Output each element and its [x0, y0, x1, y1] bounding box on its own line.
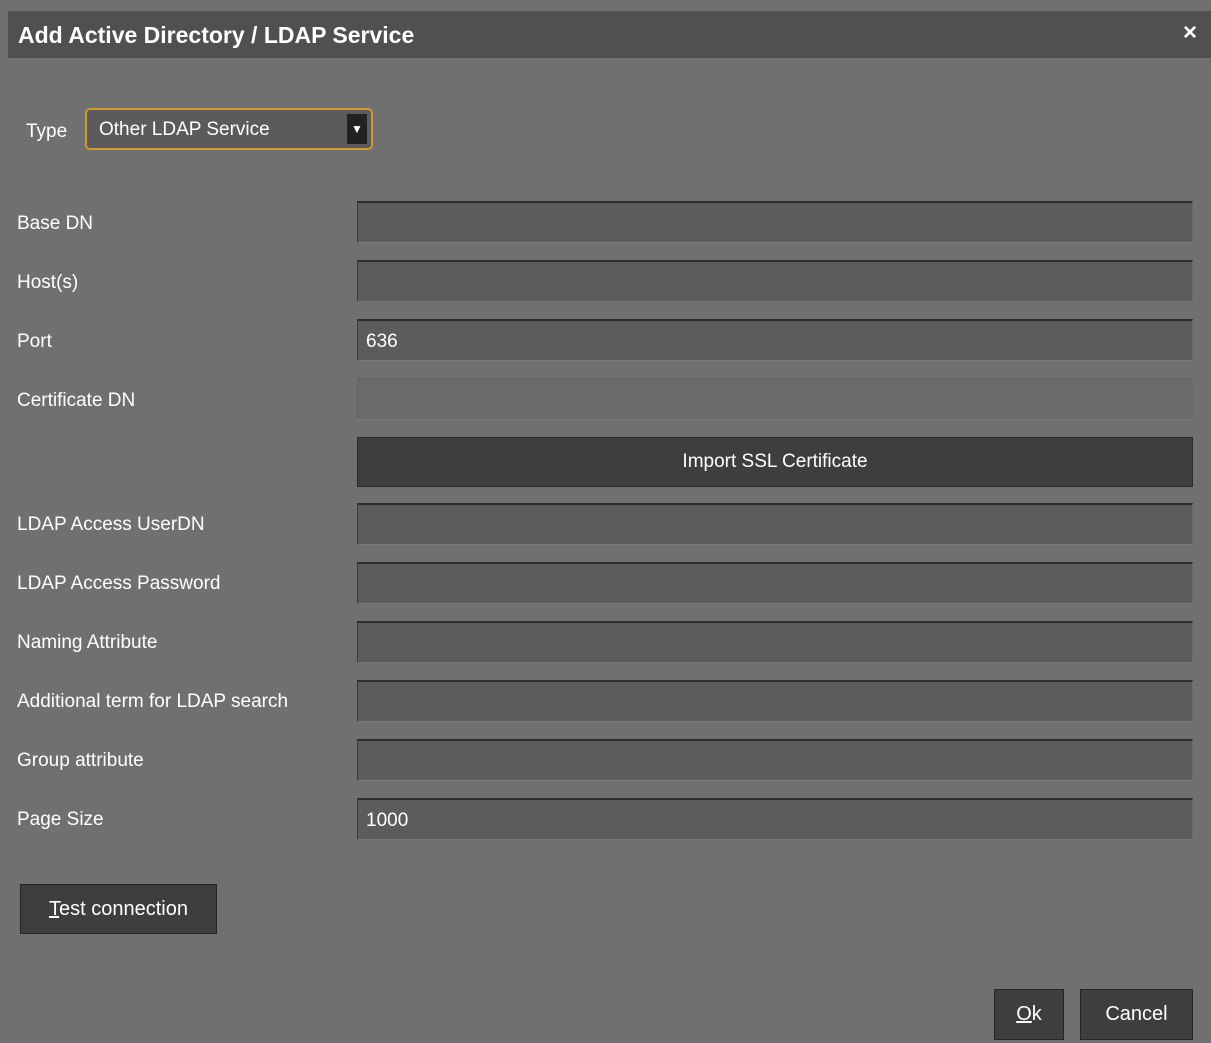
port-label: Port [17, 331, 52, 352]
test-connection-button[interactable]: Test connection [20, 884, 217, 934]
group-attribute-label: Group attribute [17, 750, 144, 771]
type-select-value: Other LDAP Service [99, 119, 270, 140]
page-size-label: Page Size [17, 809, 104, 830]
test-connection-label: est connection [59, 898, 188, 920]
hosts-field[interactable] [357, 260, 1193, 302]
naming-attribute-label: Naming Attribute [17, 632, 158, 653]
ldap-access-userdn-label: LDAP Access UserDN [17, 514, 205, 535]
dialog-title: Add Active Directory / LDAP Service [18, 22, 415, 48]
base-dn-label: Base DN [17, 213, 94, 234]
port-field[interactable]: 636 [357, 319, 1193, 361]
import-ssl-certificate-button[interactable]: Import SSL Certificate [357, 437, 1193, 487]
ldap-access-password-field[interactable] [357, 562, 1193, 604]
ldap-access-userdn-field[interactable] [357, 503, 1193, 545]
additional-term-field[interactable] [357, 680, 1193, 722]
hosts-label: Host(s) [17, 272, 79, 293]
ldap-dialog: Add Active Directory / LDAP Service × Ty… [0, 0, 1211, 1043]
test-connection-mnemonic: T [49, 898, 59, 920]
naming-attribute-field[interactable] [357, 621, 1193, 663]
dialog-titlebar: Add Active Directory / LDAP Service × [8, 11, 1211, 58]
page-size-field[interactable]: 1000 [357, 798, 1193, 840]
ldap-access-password-label: LDAP Access Password [17, 573, 221, 594]
certificate-dn-field [357, 378, 1193, 420]
additional-term-label: Additional term for LDAP search [17, 691, 289, 712]
ok-button[interactable]: Ok [994, 989, 1064, 1040]
ok-mnemonic: O [1016, 1003, 1032, 1025]
group-attribute-field[interactable] [357, 739, 1193, 781]
ok-label: k [1031, 1003, 1042, 1025]
cancel-button[interactable]: Cancel [1080, 989, 1193, 1040]
close-icon[interactable]: × [1177, 20, 1203, 46]
base-dn-field[interactable] [357, 201, 1193, 243]
type-select[interactable]: Other LDAP Service ▼ [85, 108, 373, 150]
certificate-dn-label: Certificate DN [17, 390, 136, 411]
chevron-down-icon[interactable]: ▼ [347, 114, 367, 144]
type-label: Type [26, 121, 68, 142]
